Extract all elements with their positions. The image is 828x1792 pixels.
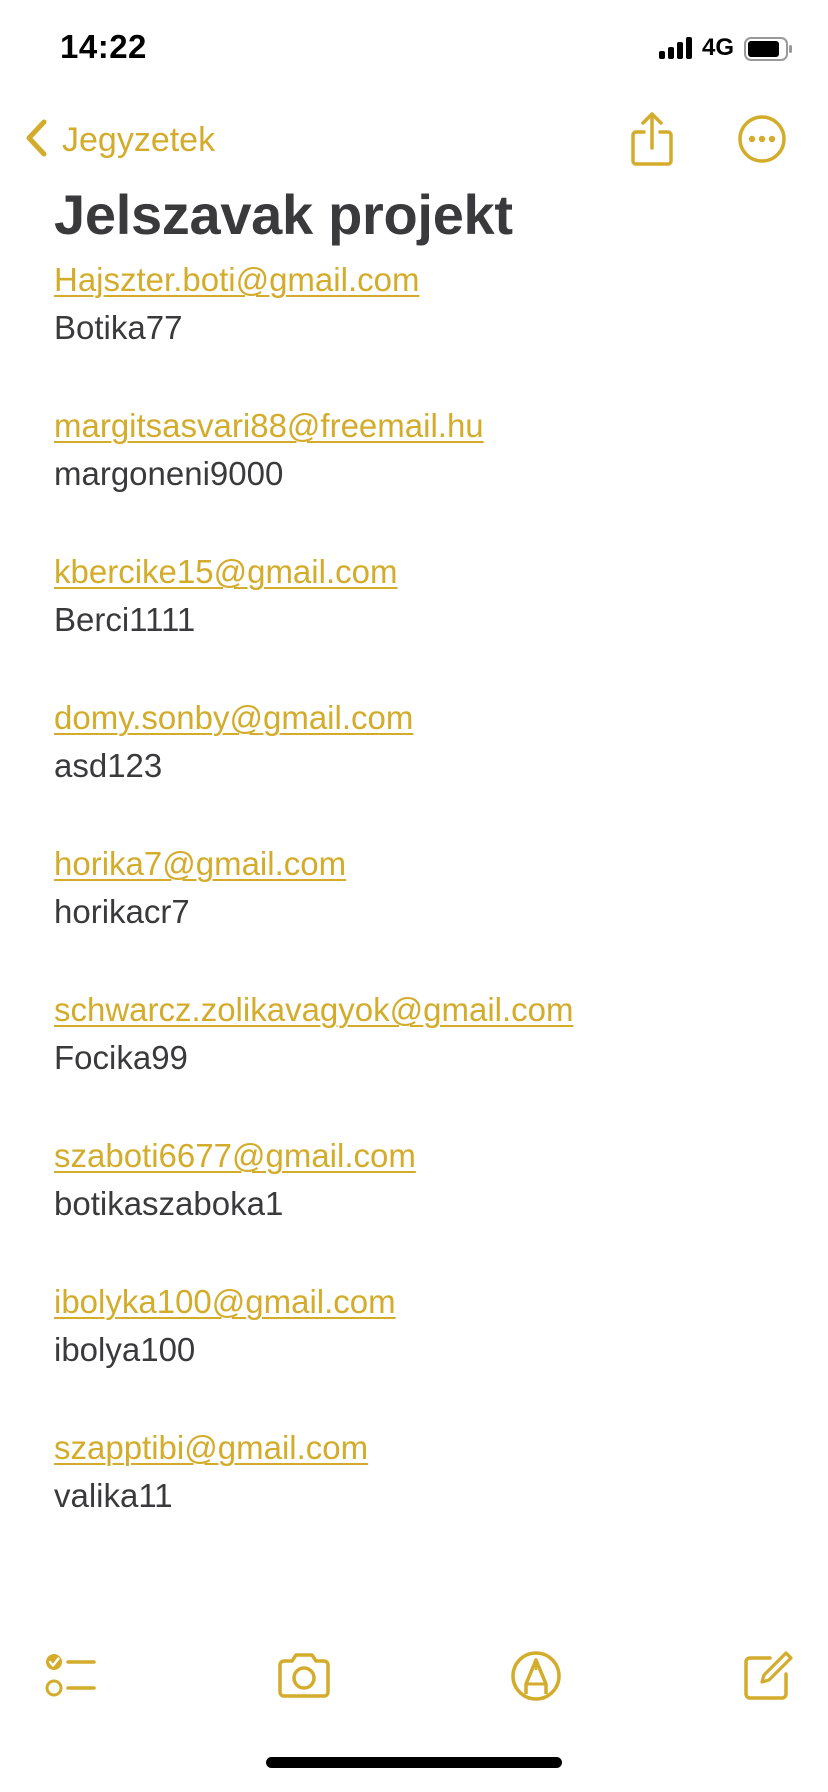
email-link[interactable]: domy.sonby@gmail.com xyxy=(54,694,794,742)
bottom-toolbar xyxy=(0,1640,828,1720)
back-button-label: Jegyzetek xyxy=(62,121,216,159)
email-link[interactable]: kbercike15@gmail.com xyxy=(54,548,794,596)
password-text: asd123 xyxy=(54,747,163,784)
list-item: horika7@gmail.com horikacr7 xyxy=(54,840,794,986)
status-bar: 14:22 4G xyxy=(0,0,828,100)
home-indicator[interactable] xyxy=(266,1757,562,1768)
password-text: Berci1111 xyxy=(54,601,196,638)
password-text: Botika77 xyxy=(54,309,183,346)
password-text: Focika99 xyxy=(54,1039,188,1076)
markup-pen-icon[interactable] xyxy=(508,1648,564,1704)
note-body[interactable]: Hajszter.boti@gmail.com Botika77 margits… xyxy=(54,256,794,1570)
camera-icon[interactable] xyxy=(276,1648,332,1704)
list-item: schwarcz.zolikavagyok@gmail.com Focika99 xyxy=(54,986,794,1132)
password-text: botikaszaboka1 xyxy=(54,1185,284,1222)
back-button[interactable]: Jegyzetek xyxy=(24,118,215,163)
status-time: 14:22 xyxy=(60,28,147,65)
list-item: szaboti6677@gmail.com botikaszaboka1 xyxy=(54,1132,794,1278)
list-item: margitsasvari88@freemail.hu margoneni900… xyxy=(54,402,794,548)
password-text: ibolya100 xyxy=(54,1331,196,1368)
battery-icon xyxy=(744,37,794,61)
list-item: ibolyka100@gmail.com ibolya100 xyxy=(54,1278,794,1424)
password-text: valika11 xyxy=(54,1477,173,1514)
email-link[interactable]: Hajszter.boti@gmail.com xyxy=(54,256,794,304)
email-link[interactable]: ibolyka100@gmail.com xyxy=(54,1278,794,1326)
email-link[interactable]: szapptibi@gmail.com xyxy=(54,1424,794,1472)
list-item: szapptibi@gmail.com valika11 xyxy=(54,1424,794,1570)
password-text: margoneni9000 xyxy=(54,455,284,492)
list-item: Hajszter.boti@gmail.com Botika77 xyxy=(54,256,794,402)
list-item: domy.sonby@gmail.com asd123 xyxy=(54,694,794,840)
note-title[interactable]: Jelszavak projekt xyxy=(54,182,513,247)
email-link[interactable]: szaboti6677@gmail.com xyxy=(54,1132,794,1180)
cellular-signal-icon xyxy=(658,37,692,59)
chevron-left-icon xyxy=(24,118,48,163)
status-indicators: 4G xyxy=(658,34,794,62)
network-type-label: 4G xyxy=(701,34,734,61)
email-link[interactable]: margitsasvari88@freemail.hu xyxy=(54,402,794,450)
share-icon[interactable] xyxy=(628,110,676,170)
checklist-icon[interactable] xyxy=(42,1648,98,1704)
password-text: horikacr7 xyxy=(54,893,190,930)
navigation-bar: Jegyzetek xyxy=(0,100,828,190)
email-link[interactable]: horika7@gmail.com xyxy=(54,840,794,888)
email-link[interactable]: schwarcz.zolikavagyok@gmail.com xyxy=(54,986,794,1034)
ellipsis-circle-icon[interactable] xyxy=(737,114,787,164)
compose-icon[interactable] xyxy=(740,1648,796,1704)
list-item: kbercike15@gmail.com Berci1111 xyxy=(54,548,794,694)
